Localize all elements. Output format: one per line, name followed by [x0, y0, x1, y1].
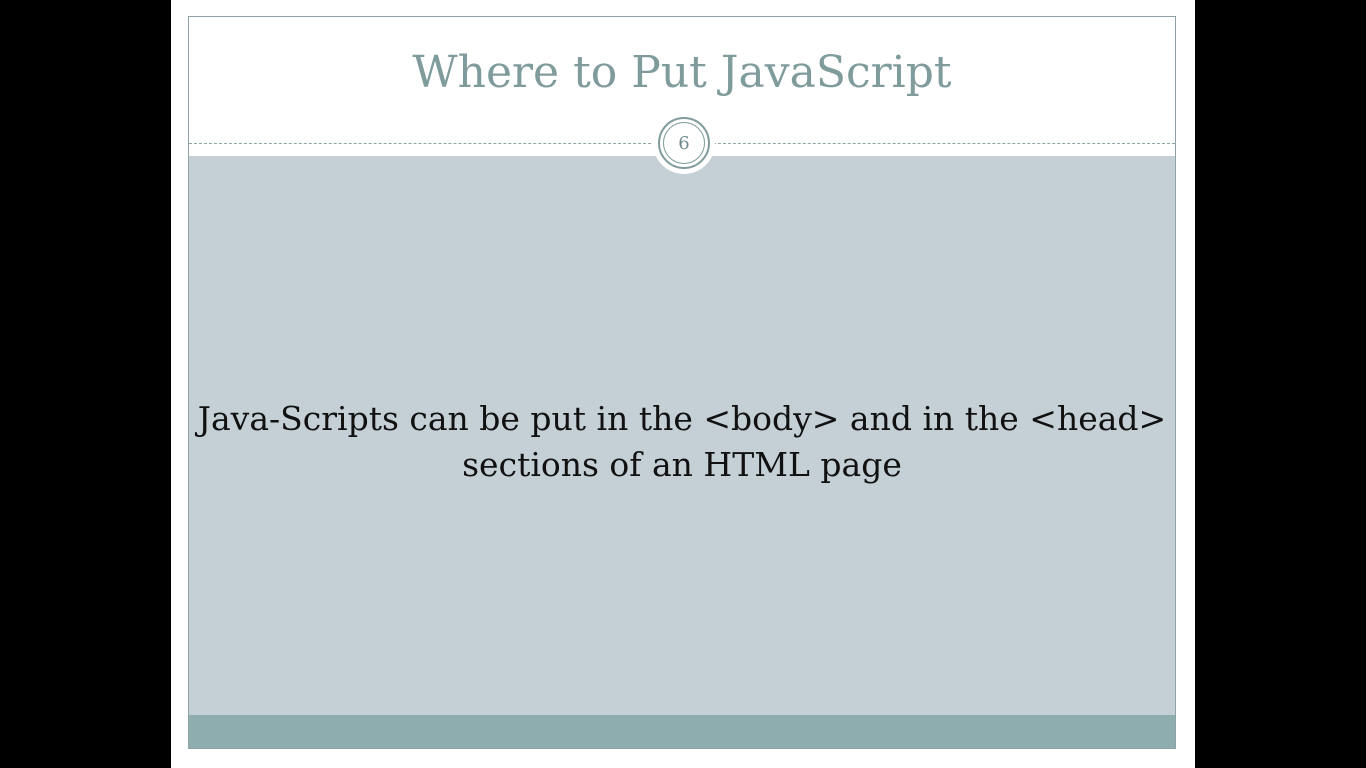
body-line-1: Java-Scripts can be put in the <body> an…	[197, 399, 1167, 438]
content-area: Java-Scripts can be put in the <body> an…	[189, 156, 1175, 715]
slide-frame: Where to Put JavaScript Java-Scripts can…	[188, 16, 1176, 749]
slide-body-text: Java-Scripts can be put in the <body> an…	[189, 396, 1175, 488]
slide[interactable]: Where to Put JavaScript Java-Scripts can…	[171, 0, 1195, 768]
slideshow-viewer: Where to Put JavaScript Java-Scripts can…	[0, 0, 1366, 768]
footer-band	[189, 715, 1175, 748]
slide-number-badge: 6	[653, 112, 715, 174]
slide-number: 6	[663, 122, 705, 164]
slide-number-ring: 6	[658, 117, 710, 169]
body-line-2: sections of an HTML page	[462, 445, 902, 484]
slide-title: Where to Put JavaScript	[412, 47, 952, 98]
